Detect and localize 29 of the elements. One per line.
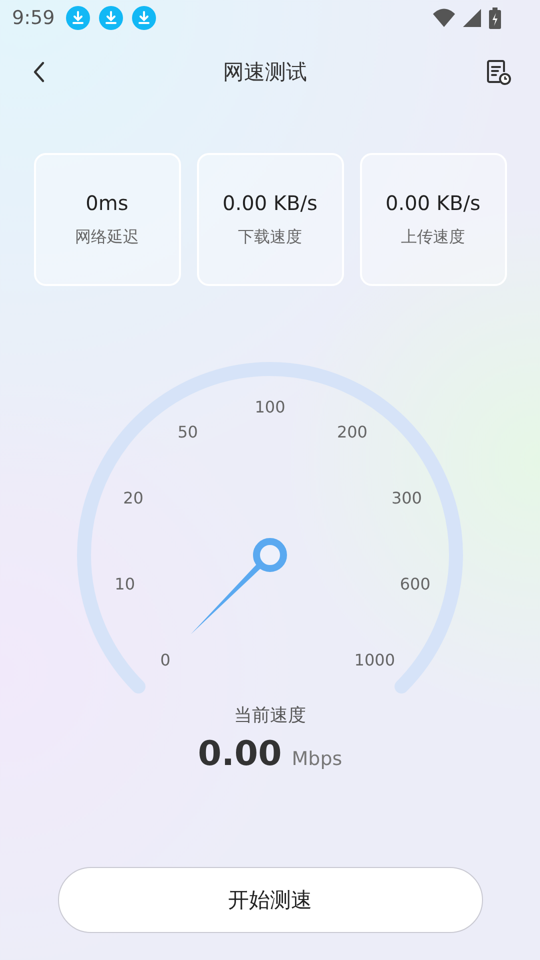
speed-unit: Mbps: [292, 748, 342, 770]
stat-value: 0.00 KB/s: [386, 191, 480, 215]
back-icon: [32, 61, 46, 83]
gauge-tick-label: 0: [160, 650, 170, 670]
status-time: 9:59: [12, 7, 55, 29]
stat-label: 下载速度: [238, 227, 302, 248]
page-title: 网速测试: [223, 59, 307, 86]
gauge-tick-label: 300: [391, 488, 422, 508]
stat-value: 0.00 KB/s: [222, 191, 318, 215]
history-report-icon: [484, 58, 512, 86]
battery-icon: [488, 7, 502, 29]
gauge-tick-label: 200: [336, 422, 368, 442]
stat-label: 上传速度: [401, 227, 465, 248]
download-icon: [132, 6, 156, 30]
wifi-icon: [432, 8, 456, 28]
speed-value: 0.00: [198, 734, 282, 774]
gauge-tick-label: 100: [254, 398, 286, 416]
gauge-tick-label: 20: [123, 488, 144, 508]
download-icon: [98, 6, 123, 30]
signal-icon: [462, 8, 482, 28]
gauge-tick-label: 50: [178, 422, 198, 442]
gauge-tick-label: 1000: [354, 650, 395, 670]
stat-label: 网络延迟: [75, 227, 139, 248]
download-icon: [66, 6, 90, 30]
speed-caption: 当前速度: [234, 704, 306, 728]
stat-value: 0ms: [86, 191, 128, 215]
gauge-tick-label: 600: [400, 574, 430, 594]
gauge-tick-label: 10: [114, 574, 136, 594]
start-test-button[interactable]: 开始测速: [58, 867, 482, 933]
